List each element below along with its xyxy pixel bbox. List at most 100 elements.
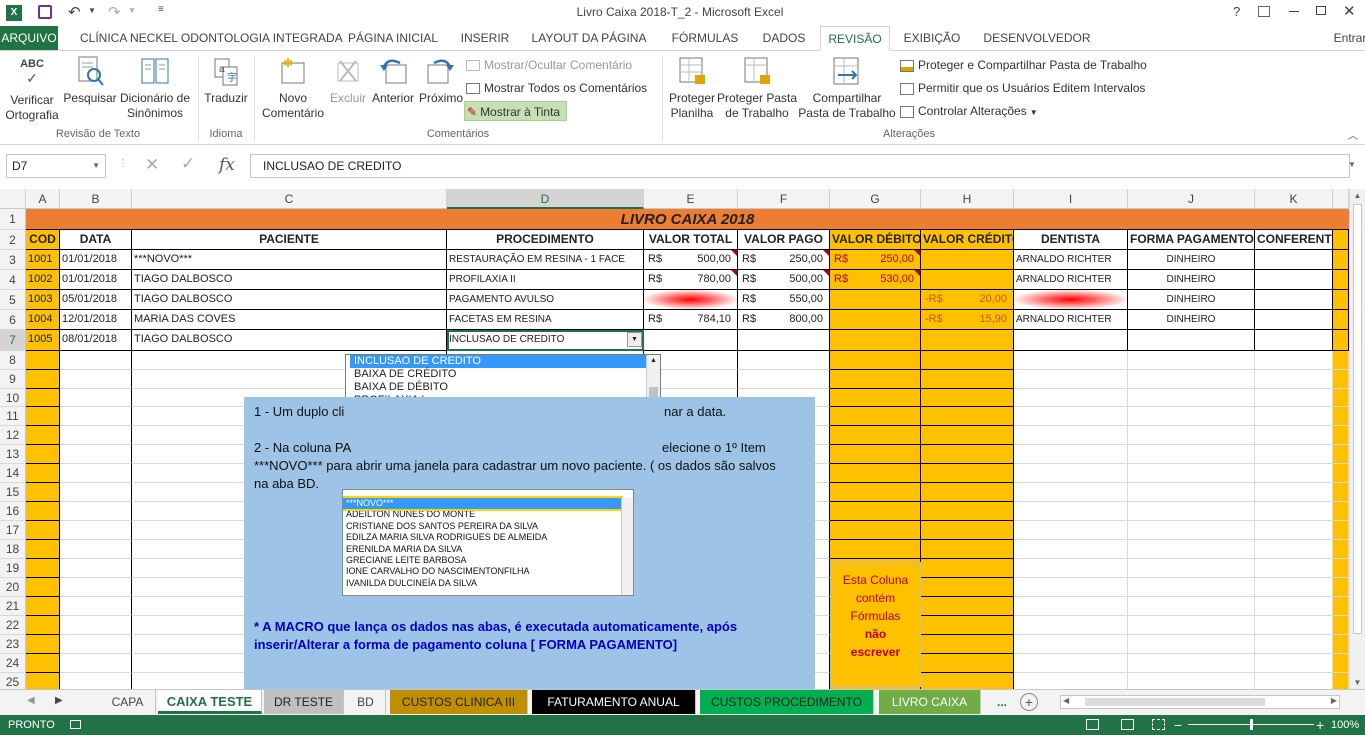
empty-cell[interactable] [26,464,60,483]
row-header-5[interactable]: 5 [0,290,26,310]
empty-cell[interactable] [1128,351,1255,370]
cancel-edit-icon[interactable]: ✕ [145,155,159,175]
empty-cell[interactable] [1014,521,1128,540]
checker-cell[interactable] [1255,270,1333,290]
allow-edit-ranges-button[interactable]: Permitir que os Usuários Editem Interval… [900,78,1145,98]
patient-cell[interactable]: TIAGO DALBOSCO [132,330,447,351]
spare-cell[interactable] [1333,426,1349,445]
empty-cell[interactable] [830,540,921,559]
empty-cell[interactable] [26,559,60,578]
protect-sheet-button[interactable]: Proteger Planilha [664,55,720,121]
scroll-up-icon[interactable]: ▲ [647,355,660,367]
header-spare[interactable] [1333,230,1349,250]
tab-formulas[interactable]: FÓRMULAS [666,26,744,50]
procedure-cell[interactable]: RESTAURAÇÃO EM RESINA - 1 FACE [447,250,644,270]
row-header-24[interactable]: 24 [0,654,26,673]
procedure-cell[interactable]: PAGAMENTO AVULSO [447,290,644,310]
track-changes-button[interactable]: Controlar Alterações ▼ [900,101,1038,121]
customize-quick-access-icon[interactable]: ≡ [158,4,164,15]
empty-cell[interactable] [1128,445,1255,464]
empty-cell[interactable] [1255,597,1333,616]
row-header-21[interactable]: 21 [0,597,26,616]
paid-cell[interactable]: R$ 500,00 [738,270,830,290]
empty-cell[interactable] [921,559,1014,578]
debit-cell[interactable] [830,310,921,330]
empty-cell[interactable] [830,370,921,389]
research-button[interactable]: Pesquisar [62,55,118,106]
scroll-right-icon[interactable]: ▶ [1331,696,1337,705]
row-header-6[interactable]: 6 [0,310,26,330]
empty-cell[interactable] [26,673,60,689]
column-header-a[interactable]: A [26,189,60,209]
empty-cell[interactable] [921,370,1014,389]
empty-cell[interactable] [60,578,132,597]
sheet-tab[interactable]: CAIXA TESTE [158,690,262,714]
save-icon[interactable] [38,5,52,19]
empty-cell[interactable] [26,521,60,540]
total-cell[interactable]: R$ 500,00 [644,250,738,270]
empty-cell[interactable] [1014,351,1128,370]
spare-cell[interactable] [1333,483,1349,502]
scroll-thumb[interactable] [1353,204,1362,634]
row-header-9[interactable]: 9 [0,370,26,389]
column-header-k[interactable]: K [1255,189,1333,209]
row-header-18[interactable]: 18 [0,540,26,559]
empty-cell[interactable] [1255,559,1333,578]
total-cell[interactable]: R$ 784,10 [644,310,738,330]
empty-cell[interactable] [60,635,132,654]
new-comment-button[interactable]: ✱ Novo Comentário [258,55,328,121]
procedure-cell[interactable]: PROFILAXIA II [447,270,644,290]
spare-cell[interactable] [1333,464,1349,483]
patient-cell[interactable]: TIAGO DALBOSCO [132,290,447,310]
show-ink-button[interactable]: ✎ Mostrar à Tinta [464,101,568,121]
empty-cell[interactable] [26,616,60,635]
payment-method-cell[interactable] [1128,330,1255,351]
debit-cell[interactable] [830,330,921,351]
empty-cell[interactable] [738,370,830,389]
scroll-up-icon[interactable]: ▲ [1350,191,1365,200]
empty-cell[interactable] [26,407,60,426]
spelling-button[interactable]: ABC ✓ Verificar Ortografia [2,55,62,123]
tab-exibicao[interactable]: EXIBIÇÃO [898,26,966,50]
column-header-i[interactable]: I [1014,189,1128,209]
date-cell[interactable]: 01/01/2018 [60,270,132,290]
row-header-22[interactable]: 22 [0,616,26,635]
empty-cell[interactable] [26,502,60,521]
sheet-tab[interactable]: FATURAMENTO ANUAL [532,690,696,714]
empty-cell[interactable] [1014,559,1128,578]
row-header-7[interactable]: 7 [0,330,26,351]
row-header-1[interactable]: 1 [0,209,26,230]
sheet-title[interactable]: LIVRO CAIXA 2018 [26,209,1349,230]
zoom-slider-thumb[interactable] [1250,719,1253,730]
empty-cell[interactable] [830,483,921,502]
empty-cell[interactable] [830,521,921,540]
empty-cell[interactable] [60,597,132,616]
checker-cell[interactable] [1255,310,1333,330]
empty-cell[interactable] [60,540,132,559]
macro-record-icon[interactable] [70,720,81,729]
undo-icon[interactable]: ↶ [68,3,81,21]
spare-cell[interactable] [1333,445,1349,464]
empty-cell[interactable] [26,351,60,370]
dentist-cell[interactable]: ARNALDO RICHTER [1014,250,1128,270]
empty-cell[interactable] [26,483,60,502]
undo-dropdown-icon[interactable]: ▼ [88,6,96,15]
dentist-cell[interactable]: ARNALDO RICHTER [1014,270,1128,290]
cell-dropdown-arrow-icon[interactable]: ▼ [627,332,642,347]
column-header-h[interactable]: H [921,189,1014,209]
spare-cell[interactable] [1333,654,1349,673]
empty-cell[interactable] [1014,597,1128,616]
cod-cell[interactable]: 1003 [26,290,60,310]
row-header-10[interactable]: 10 [0,389,26,407]
new-sheet-icon[interactable]: + [1020,693,1038,711]
empty-cell[interactable] [921,502,1014,521]
empty-cell[interactable] [1128,559,1255,578]
empty-cell[interactable] [1255,540,1333,559]
empty-cell[interactable] [1255,578,1333,597]
total-cell[interactable]: R$ 780,00 [644,270,738,290]
dropdown-option[interactable]: BAIXA DE DÉBITO [350,381,660,394]
spare-cell[interactable] [1333,370,1349,389]
procedure-cell[interactable]: FACETAS EM RESINA [447,310,644,330]
empty-cell[interactable] [1014,483,1128,502]
empty-cell[interactable] [1255,445,1333,464]
